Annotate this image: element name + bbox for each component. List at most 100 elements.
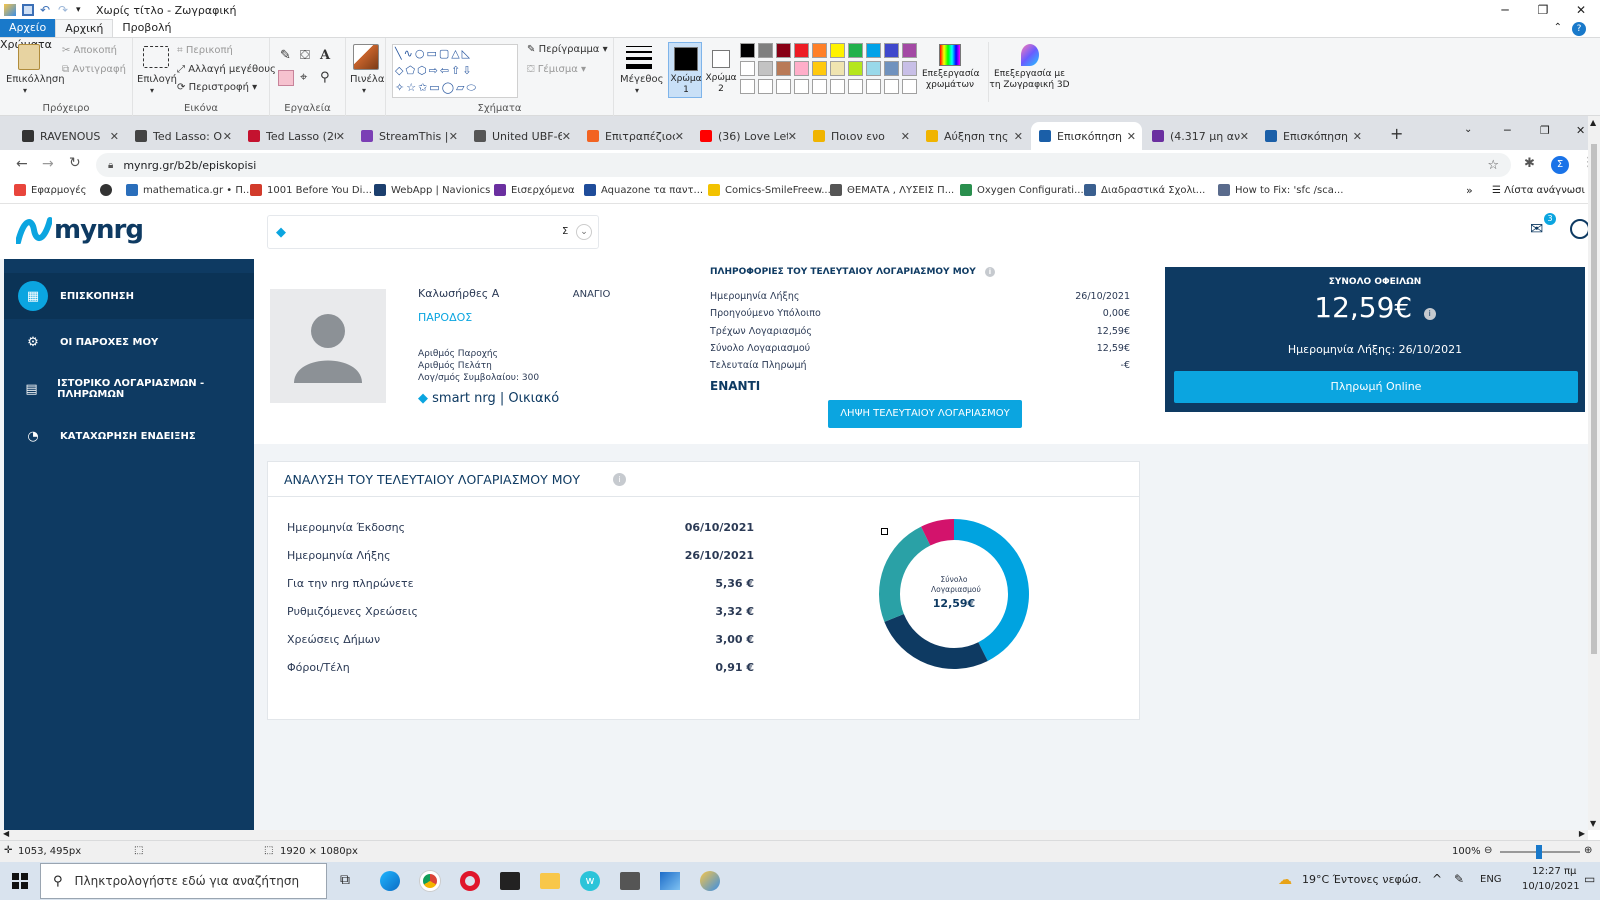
bookmark-item[interactable]: ΘΕΜΑΤΑ , ΛΥΣΕΙΣ Π... <box>830 184 954 196</box>
browser-close-icon[interactable]: ✕ <box>1576 124 1585 137</box>
palette-swatch[interactable] <box>794 61 809 76</box>
tab-close-icon[interactable]: ✕ <box>336 130 345 143</box>
extensions-icon[interactable]: ✱ <box>1524 156 1535 171</box>
edge-icon[interactable] <box>380 871 400 891</box>
tab-close-icon[interactable]: ✕ <box>562 130 571 143</box>
bookmark-item[interactable]: Διαδραστικά Σχολι... <box>1084 184 1205 196</box>
tab-close-icon[interactable]: ✕ <box>1240 130 1249 143</box>
bookmark-item[interactable]: Εισερχόμενα <box>494 184 575 196</box>
bookmark-item[interactable]: WebApp | Navionics <box>374 184 490 196</box>
bookmark-item[interactable]: Comics-SmileFreew... <box>708 184 831 196</box>
tab-close-icon[interactable]: ✕ <box>223 130 232 143</box>
info-icon[interactable]: i <box>984 267 995 277</box>
brush-icon[interactable] <box>353 44 379 70</box>
paste-button[interactable]: Επικόλληση <box>6 74 65 85</box>
size-dropdown-icon[interactable]: ▾ <box>635 86 639 95</box>
tab-close-icon[interactable]: ✕ <box>110 130 119 143</box>
horizontal-scrollbar[interactable]: ◀ ▶ <box>0 829 1588 840</box>
tab-close-icon[interactable]: ✕ <box>1014 130 1023 143</box>
windows-start-icon[interactable] <box>12 873 28 889</box>
scroll-left-icon[interactable]: ◀ <box>3 829 9 838</box>
browser-tab[interactable]: Αύξηση της ✕ <box>918 122 1029 150</box>
tab-home[interactable]: Αρχική <box>55 19 114 37</box>
palette-swatch[interactable] <box>776 43 791 58</box>
tab-close-icon[interactable]: ✕ <box>449 130 458 143</box>
brushes-dropdown-icon[interactable]: ▾ <box>362 86 366 95</box>
browser-tab[interactable]: United UBF-6 ✕ <box>466 122 577 150</box>
tab-file[interactable]: Αρχείο <box>0 19 56 37</box>
save-icon[interactable] <box>22 4 34 16</box>
undo-icon[interactable]: ↶ <box>40 4 52 16</box>
close-icon[interactable]: ✕ <box>1562 0 1600 20</box>
language-indicator[interactable]: ENG <box>1480 874 1502 885</box>
notifications-icon[interactable]: ▭ <box>1584 872 1595 886</box>
text-icon[interactable]: A <box>320 48 330 63</box>
pen-icon[interactable]: ✎ <box>1454 872 1464 886</box>
zoom-in-icon[interactable]: ⊕ <box>1584 845 1592 856</box>
taskbar-search[interactable]: ⚲ Πληκτρολογήστε εδώ για αναζήτηση <box>40 863 327 899</box>
palette-swatch[interactable] <box>758 61 773 76</box>
palette-swatch[interactable] <box>848 61 863 76</box>
opera-icon[interactable] <box>460 871 480 891</box>
browser-tab[interactable]: Ted Lasso: O ✕ <box>127 122 238 150</box>
sidebar-item-supplies[interactable]: ⚙ ΟΙ ΠΑΡΟΧΕΣ ΜΟΥ <box>4 319 254 365</box>
scroll-right-icon[interactable]: ▶ <box>1579 829 1585 838</box>
pencil-icon[interactable]: ✎ <box>280 48 291 63</box>
eraser-icon[interactable] <box>278 70 294 86</box>
browser-tab[interactable]: Επισκόπηση ✕ <box>1257 122 1368 150</box>
custom-swatch[interactable] <box>830 79 845 94</box>
custom-swatch[interactable] <box>902 79 917 94</box>
sidebar-item-meter-reading[interactable]: ◔ ΚΑΤΑΧΩΡΗΣΗ ΕΝΔΕΙΞΗΣ <box>4 413 254 459</box>
collapse-ribbon-icon[interactable]: ⌃ <box>1554 22 1562 33</box>
bookmark-item[interactable]: How to Fix: 'sfc /sca... <box>1218 184 1343 196</box>
tab-close-icon[interactable]: ✕ <box>675 130 684 143</box>
weather-text[interactable]: 19°C Έντονες νεφώσ. <box>1302 873 1421 886</box>
paste-icon[interactable] <box>18 44 40 70</box>
custom-swatch[interactable] <box>812 79 827 94</box>
chevron-down-icon[interactable]: ⌄ <box>576 224 592 240</box>
profile-avatar[interactable]: Σ <box>1551 156 1569 174</box>
supply-selector[interactable]: ◆ Σ ⌄ <box>267 215 599 249</box>
brushes-button[interactable]: Πινέλα <box>350 74 384 85</box>
store-icon[interactable] <box>500 872 520 890</box>
analysis-info-icon[interactable]: i <box>613 473 626 486</box>
restore-icon[interactable]: ❐ <box>1524 0 1562 20</box>
palette-swatch[interactable] <box>794 43 809 58</box>
app-w-icon[interactable]: w <box>580 871 600 891</box>
bookmark-item[interactable]: Aquazone τα παντ... <box>584 184 703 196</box>
custom-swatch[interactable] <box>848 79 863 94</box>
custom-swatch[interactable] <box>884 79 899 94</box>
bookmark-item[interactable]: Oxygen Configurati... <box>960 184 1084 196</box>
chrome-icon[interactable] <box>420 871 440 891</box>
browser-tab[interactable]: RAVENOUS ✕ <box>14 122 125 150</box>
clock-time[interactable]: 12:27 πμ <box>1532 866 1576 877</box>
palette-swatch[interactable] <box>740 61 755 76</box>
custom-swatch[interactable] <box>794 79 809 94</box>
custom-swatch[interactable] <box>776 79 791 94</box>
download-bill-button[interactable]: ΛΗΨΗ ΤΕΛΕΥΤΑΙΟΥ ΛΟΓΑΡΙΑΣΜΟΥ <box>828 400 1022 428</box>
help-icon[interactable]: ? <box>1572 22 1586 36</box>
palette-swatch[interactable] <box>812 43 827 58</box>
browser-tab[interactable]: Επισκόπηση ✕ <box>1031 122 1142 150</box>
task-view-icon[interactable]: ⧉ <box>340 872 350 888</box>
zoom-out-icon[interactable]: ⊖ <box>1484 845 1492 856</box>
outline-button[interactable]: ✎ Περίγραμμα ▾ <box>527 44 608 55</box>
palette-swatch[interactable] <box>740 43 755 58</box>
magnifier-icon[interactable]: ⚲ <box>320 70 330 85</box>
user-icon[interactable] <box>1570 219 1588 239</box>
select-icon[interactable] <box>143 46 169 68</box>
color-picker-icon[interactable]: ⌖ <box>300 70 307 85</box>
bookmark-apps[interactable]: Εφαρμογές <box>14 184 87 196</box>
shapes-gallery[interactable]: ╲∿○▭▢△◺ ◇⬠⬡⇨⇦⇧⇩ ✧☆✩▭◯▱⬭ <box>392 44 518 98</box>
palette-swatch[interactable] <box>884 61 899 76</box>
bookmark-item[interactable]: mathematica.gr • Π... <box>126 184 252 196</box>
bookmark-item[interactable]: 1001 Before You Di... <box>250 184 372 196</box>
palette-swatch[interactable] <box>902 43 917 58</box>
bookmark-item[interactable] <box>100 184 117 196</box>
scroll-up-icon[interactable]: ▲ <box>1590 118 1596 127</box>
browser-minimize-icon[interactable]: ─ <box>1504 124 1511 137</box>
browser-tab[interactable]: StreamThis | ✕ <box>353 122 464 150</box>
select-button[interactable]: Επιλογή <box>137 74 177 85</box>
color2-button[interactable]: Χρώμα 2 <box>704 42 738 98</box>
palette-swatch[interactable] <box>830 43 845 58</box>
